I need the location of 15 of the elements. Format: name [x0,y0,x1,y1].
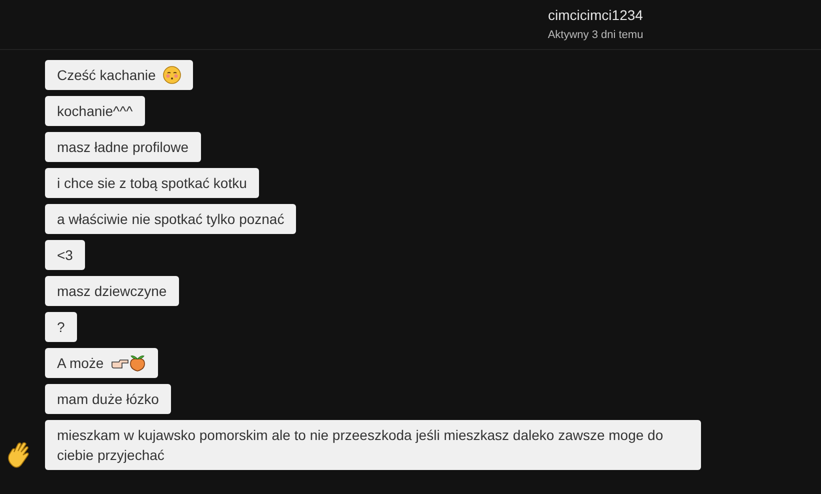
last-active-status: Aktywny 3 dni temu [548,28,644,43]
message-bubble: kochanie^^^ [45,96,145,126]
message-bubble: ? [45,312,77,342]
message-bubble: Cześć kachanie [45,60,193,90]
username: cimcicimci1234 [548,6,643,24]
message-bubble: masz ładne profilowe [45,132,201,162]
message-bubble: <3 [45,240,85,270]
peach-icon [128,354,146,372]
kissing-face-icon [162,66,181,84]
message-bubble: mam duże łózko [45,384,171,414]
message-bubble: i chce sie z tobą spotkać kotku [45,168,259,198]
message-bubble: mieszkam w kujawsko pomorskim ale to nie przeeszkoda jeśli mieszkasz daleko zawsze moge do ciebie przyjechać [45,420,701,470]
message-bubble: masz dziewczyne [45,276,179,306]
message-bubble: A może [45,348,158,378]
message-bubble: a właściwie nie spotkać tylko poznać [45,204,296,234]
